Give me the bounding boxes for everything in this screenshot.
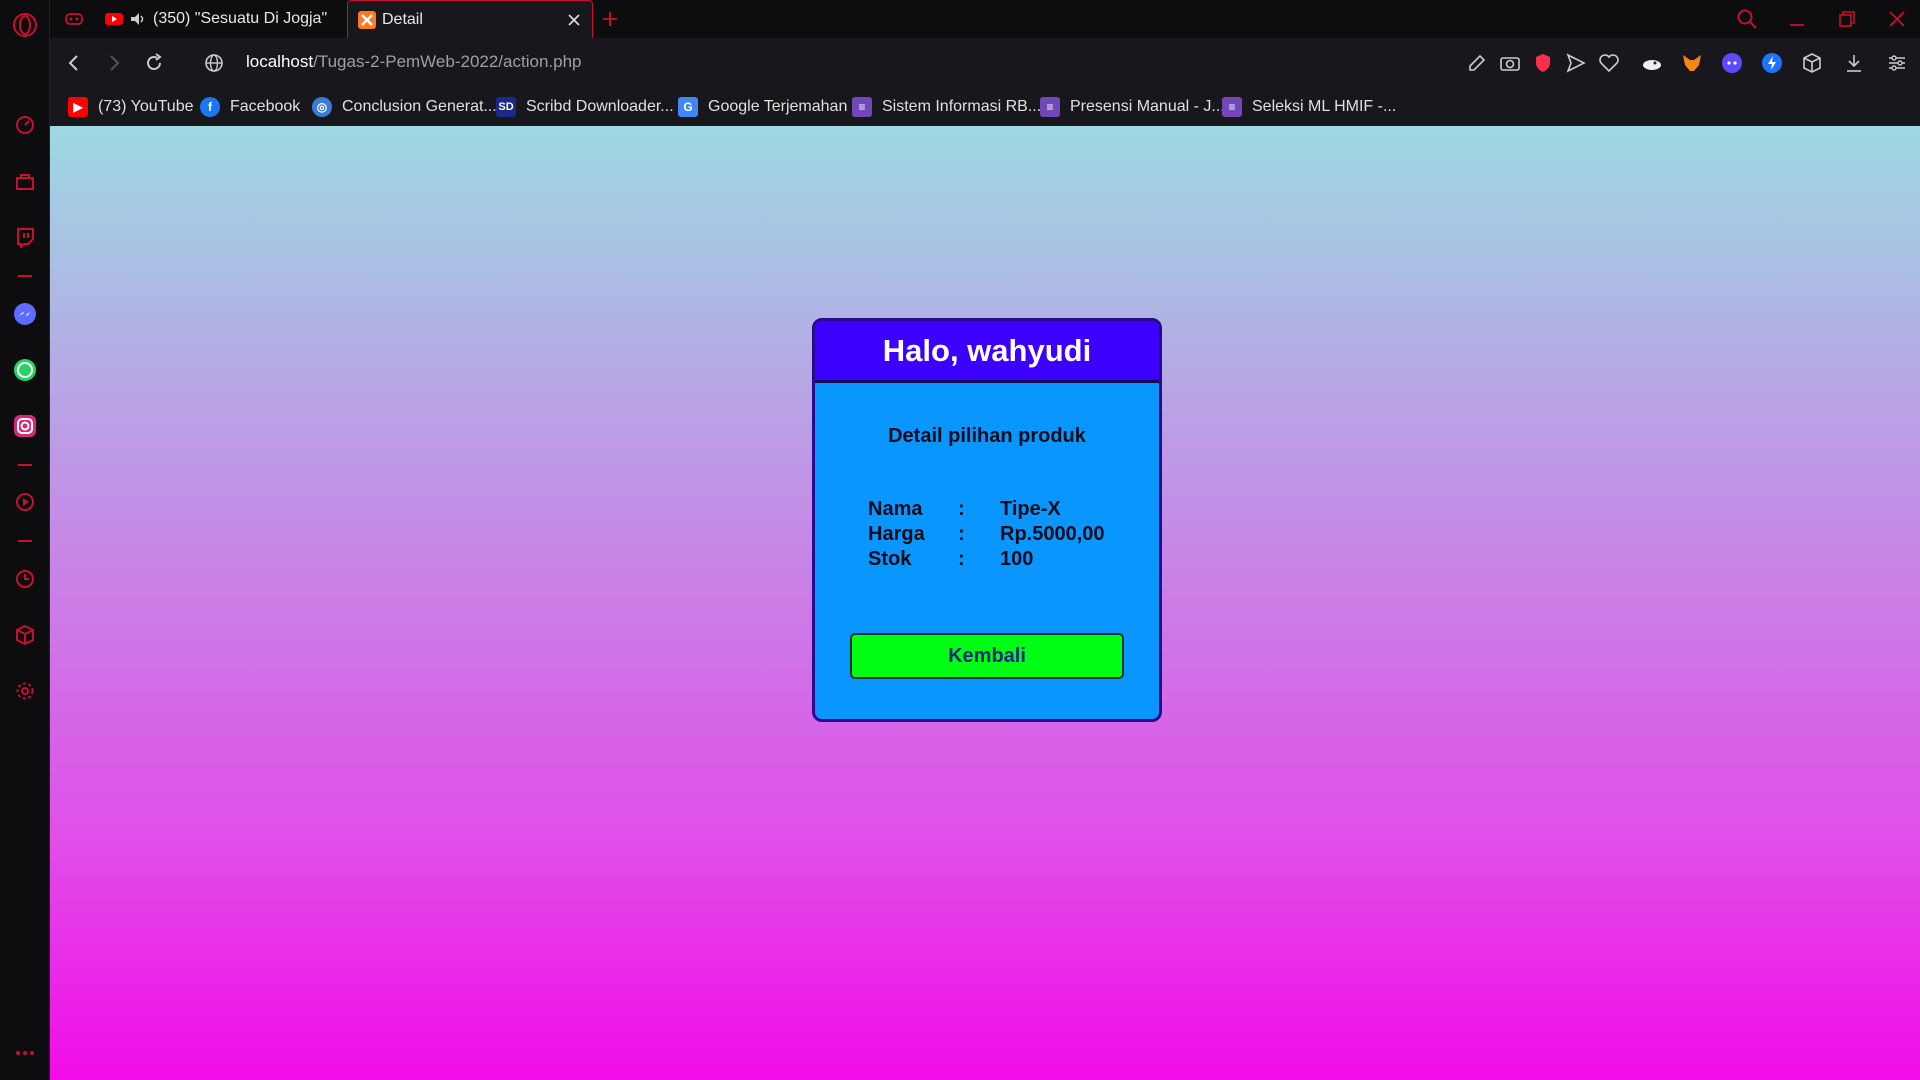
shopping-bag-icon[interactable] — [12, 168, 38, 194]
detail-separator: : — [958, 523, 965, 545]
bookmark-seleksi-ml[interactable]: ≡ Seleksi ML HMIF -... — [1222, 95, 1396, 119]
url-field[interactable]: localhost/Tugas-2-PemWeb-2022/action.php — [246, 52, 581, 72]
detail-row-stok: Stok : 100 — [868, 547, 1105, 572]
url-host: localhost — [246, 52, 314, 71]
bookmark-facebook[interactable]: f Facebook — [200, 95, 300, 119]
extensions-icon[interactable] — [12, 622, 38, 648]
whatsapp-icon[interactable] — [12, 357, 38, 383]
address-bar: localhost/Tugas-2-PemWeb-2022/action.php — [50, 38, 1920, 88]
forms-icon: ≡ — [1040, 97, 1060, 117]
easy-setup-icon[interactable] — [1465, 51, 1489, 75]
instagram-icon[interactable] — [12, 413, 38, 439]
product-detail-card: Halo, wahyudi Detail pilihan produk Nama… — [812, 318, 1162, 722]
bookmark-label: Presensi Manual - J... — [1070, 98, 1225, 115]
back-arrow-icon[interactable] — [62, 51, 86, 75]
greeting-header: Halo, wahyudi — [815, 321, 1159, 383]
detail-separator: : — [958, 548, 965, 570]
tab-title: Detail — [382, 10, 423, 28]
history-icon[interactable] — [12, 566, 38, 592]
detail-row-harga: Harga : Rp.5000,00 — [868, 522, 1105, 547]
bookmarks-bar: ▶ (73) YouTube f Facebook ◎ Conclusion G… — [50, 88, 1920, 126]
new-tab-plus-icon[interactable] — [600, 9, 620, 29]
sidebar-divider — [18, 540, 32, 542]
bookmark-label: Google Terjemahan — [708, 98, 848, 115]
speaker-icon[interactable] — [129, 10, 147, 28]
snapshot-camera-icon[interactable] — [1498, 51, 1522, 75]
youtube-icon — [105, 13, 123, 25]
sd-icon: SD — [496, 97, 516, 117]
tab-detail[interactable]: Detail — [347, 0, 593, 38]
metamask-fox-icon[interactable] — [1680, 51, 1704, 75]
bookmark-conclusion-generator[interactable]: ◎ Conclusion Generat... — [312, 95, 497, 119]
forms-icon: ≡ — [1222, 97, 1242, 117]
search-tabs-icon[interactable] — [1735, 7, 1759, 31]
player-icon[interactable] — [12, 489, 38, 515]
opera-logo-icon[interactable] — [12, 12, 38, 38]
easy-setup-sliders-icon[interactable] — [1885, 51, 1909, 75]
sidebar-divider — [18, 464, 32, 466]
reload-icon[interactable] — [142, 51, 166, 75]
detail-label: Harga — [868, 523, 925, 545]
extensions-cube-icon[interactable] — [1800, 51, 1824, 75]
detail-separator: : — [958, 498, 965, 520]
facebook-icon: f — [200, 97, 220, 117]
sidebar-divider — [18, 275, 32, 277]
detail-row-nama: Nama : Tipe-X — [868, 497, 1105, 522]
kembali-button[interactable]: Kembali — [850, 633, 1124, 679]
tab-bar: (350) "Sesuatu Di Jogja" Detail — [50, 0, 1920, 38]
detail-value: 100 — [1000, 548, 1034, 570]
bookmark-presensi-manual[interactable]: ≡ Presensi Manual - J... — [1040, 95, 1225, 119]
product-detail-table: Nama : Tipe-X Harga : Rp.5000,00 Stok : … — [868, 497, 1105, 572]
youtube-icon: ▶ — [68, 97, 88, 117]
bookmark-label: Sistem Informasi RB... — [882, 98, 1042, 115]
discord-extension-icon[interactable] — [1720, 51, 1744, 75]
detail-value: Tipe-X — [1000, 498, 1061, 520]
close-tab-icon[interactable] — [564, 10, 584, 30]
site-info-globe-icon[interactable] — [202, 51, 226, 75]
bookmark-label: Conclusion Generat... — [342, 98, 497, 115]
bookmark-heart-icon[interactable] — [1597, 51, 1621, 75]
adblock-shield-icon[interactable] — [1531, 51, 1555, 75]
forward-arrow-icon[interactable] — [102, 51, 126, 75]
gx-control-icon[interactable] — [64, 9, 84, 29]
minimize-icon[interactable] — [1785, 7, 1809, 31]
twitch-icon[interactable] — [12, 224, 38, 250]
xampp-icon — [358, 10, 376, 29]
restore-window-icon[interactable] — [1835, 7, 1859, 31]
browser-sidebar — [0, 0, 50, 1080]
more-options-icon[interactable] — [12, 1040, 38, 1066]
speed-dial-icon[interactable] — [12, 112, 38, 138]
tab-title: (350) "Sesuatu Di Jogja" — [153, 10, 328, 27]
settings-gear-icon[interactable] — [12, 678, 38, 704]
url-path: /Tugas-2-PemWeb-2022/action.php — [313, 52, 582, 71]
bookmark-scribd-downloader[interactable]: SD Scribd Downloader... — [496, 95, 674, 119]
page-viewport: Halo, wahyudi Detail pilihan produk Nama… — [50, 126, 1920, 1080]
send-icon[interactable] — [1564, 51, 1588, 75]
extension-bird-icon[interactable] — [1640, 51, 1664, 75]
messenger-icon[interactable] — [12, 301, 38, 327]
forms-icon: ≡ — [852, 97, 872, 117]
bookmark-sistem-informasi[interactable]: ≡ Sistem Informasi RB... — [852, 95, 1041, 119]
globe-icon: ◎ — [312, 97, 332, 117]
bookmark-youtube[interactable]: ▶ (73) YouTube — [68, 95, 193, 119]
bookmark-google-translate[interactable]: G Google Terjemahan — [678, 95, 847, 119]
detail-label: Stok — [868, 548, 912, 570]
detail-label: Nama — [868, 498, 923, 520]
detail-value: Rp.5000,00 — [1000, 523, 1105, 545]
translate-icon: G — [678, 97, 698, 117]
lightning-extension-icon[interactable] — [1760, 51, 1784, 75]
close-window-icon[interactable] — [1885, 7, 1909, 31]
detail-subtitle: Detail pilihan produk — [888, 425, 1086, 447]
bookmark-label: (73) YouTube — [98, 98, 194, 115]
bookmark-label: Seleksi ML HMIF -... — [1252, 98, 1397, 115]
bookmark-label: Scribd Downloader... — [526, 98, 674, 115]
bookmark-label: Facebook — [230, 98, 301, 115]
download-icon[interactable] — [1842, 51, 1866, 75]
